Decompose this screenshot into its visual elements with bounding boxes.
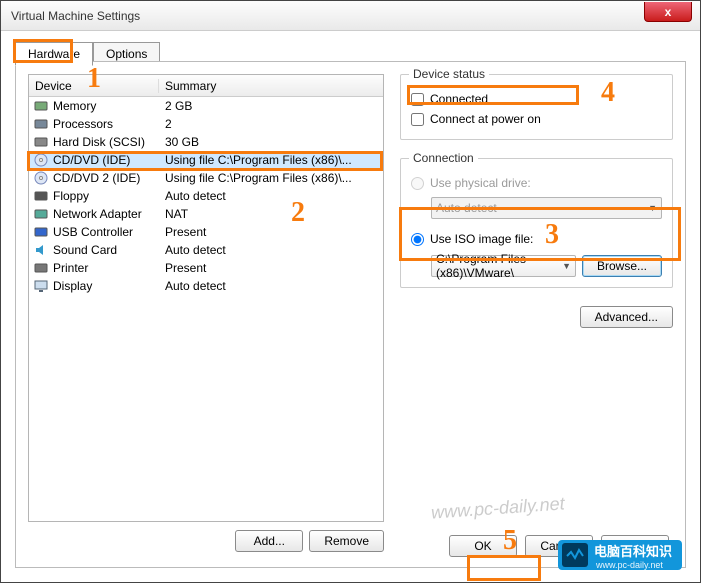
connect-power-checkbox[interactable] xyxy=(411,113,424,126)
device-row-sound[interactable]: Sound CardAuto detect xyxy=(29,241,383,259)
iso-row: C:\Program Files (x86)\VMware\ ▼ Browse.… xyxy=(431,255,662,277)
device-summary: Auto detect xyxy=(159,279,383,293)
device-name: USB Controller xyxy=(53,225,159,239)
floppy-icon xyxy=(33,188,49,204)
mem-icon xyxy=(33,98,49,114)
device-summary: Present xyxy=(159,261,383,275)
connect-power-row[interactable]: Connect at power on xyxy=(411,109,662,129)
connection-group: Connection Use physical drive: Auto dete… xyxy=(400,158,673,288)
monitor-icon xyxy=(562,543,588,567)
use-physical-label: Use physical drive: xyxy=(430,176,531,190)
chevron-down-icon[interactable]: ▼ xyxy=(562,261,571,271)
cd-icon xyxy=(33,152,49,168)
physical-drive-value: Auto detect xyxy=(436,201,497,215)
details-pane: Device status Connected Connect at power… xyxy=(400,74,673,328)
connected-label: Connected xyxy=(430,92,488,106)
connected-row[interactable]: Connected xyxy=(411,89,662,109)
device-summary: Using file C:\Program Files (x86)\... xyxy=(159,171,383,185)
device-name: Memory xyxy=(53,99,159,113)
iso-path-value: C:\Program Files (x86)\VMware\ xyxy=(436,252,562,280)
hdd-icon xyxy=(33,134,49,150)
col-device: Device xyxy=(29,79,159,93)
device-summary: NAT xyxy=(159,207,383,221)
device-name: Hard Disk (SCSI) xyxy=(53,135,159,149)
device-row-net[interactable]: Network AdapterNAT xyxy=(29,205,383,223)
device-summary: Auto detect xyxy=(159,189,383,203)
device-summary: 2 xyxy=(159,117,383,131)
device-status-group: Device status Connected Connect at power… xyxy=(400,74,673,140)
physical-drive-combo: Auto detect ▼ xyxy=(431,197,662,219)
device-summary: 30 GB xyxy=(159,135,383,149)
display-icon xyxy=(33,278,49,294)
browse-button[interactable]: Browse... xyxy=(582,255,662,277)
connected-checkbox[interactable] xyxy=(411,93,424,106)
cpu-icon xyxy=(33,116,49,132)
cd-icon xyxy=(33,170,49,186)
device-summary: Present xyxy=(159,225,383,239)
site-badge: 电脑百科知识 www.pc-daily.net xyxy=(558,540,682,570)
device-row-display[interactable]: DisplayAuto detect xyxy=(29,277,383,295)
close-button[interactable]: x xyxy=(644,2,692,22)
sound-icon xyxy=(33,242,49,258)
connect-power-label: Connect at power on xyxy=(430,112,541,126)
connection-legend: Connection xyxy=(409,151,478,165)
use-iso-radio[interactable] xyxy=(411,233,424,246)
watermark: www.pc-daily.net xyxy=(431,493,566,523)
device-row-mem[interactable]: Memory2 GB xyxy=(29,97,383,115)
body-frame: Device Summary Memory2 GBProcessors2Hard… xyxy=(15,61,686,568)
device-row-printer[interactable]: PrinterPresent xyxy=(29,259,383,277)
device-row-usb[interactable]: USB ControllerPresent xyxy=(29,223,383,241)
device-row-cd[interactable]: CD/DVD 2 (IDE)Using file C:\Program File… xyxy=(29,169,383,187)
net-icon xyxy=(33,206,49,222)
device-name: Display xyxy=(53,279,159,293)
device-row-floppy[interactable]: FloppyAuto detect xyxy=(29,187,383,205)
close-icon: x xyxy=(665,5,672,19)
printer-icon xyxy=(33,260,49,276)
device-summary: Auto detect xyxy=(159,243,383,257)
device-name: CD/DVD (IDE) xyxy=(53,153,159,167)
device-name: Printer xyxy=(53,261,159,275)
badge-main: 电脑百科知识 xyxy=(594,541,672,560)
use-physical-row[interactable]: Use physical drive: xyxy=(411,173,662,193)
device-list: Device Summary Memory2 GBProcessors2Hard… xyxy=(28,74,384,522)
device-name: Processors xyxy=(53,117,159,131)
use-iso-row[interactable]: Use ISO image file: xyxy=(411,229,662,249)
settings-window: Virtual Machine Settings x Hardware Opti… xyxy=(0,0,701,583)
device-list-header: Device Summary xyxy=(29,75,383,97)
window-title: Virtual Machine Settings xyxy=(11,9,140,23)
device-status-legend: Device status xyxy=(409,67,489,81)
use-physical-radio xyxy=(411,177,424,190)
device-row-hdd[interactable]: Hard Disk (SCSI)30 GB xyxy=(29,133,383,151)
device-name: CD/DVD 2 (IDE) xyxy=(53,171,159,185)
advanced-button[interactable]: Advanced... xyxy=(580,306,673,328)
advanced-row: Advanced... xyxy=(400,306,673,328)
device-name: Floppy xyxy=(53,189,159,203)
device-name: Sound Card xyxy=(53,243,159,257)
device-name: Network Adapter xyxy=(53,207,159,221)
use-iso-label: Use ISO image file: xyxy=(430,232,533,246)
col-summary: Summary xyxy=(159,79,383,93)
device-row-cpu[interactable]: Processors2 xyxy=(29,115,383,133)
badge-sub: www.pc-daily.net xyxy=(596,560,672,570)
titlebar: Virtual Machine Settings x xyxy=(1,1,700,31)
device-summary: 2 GB xyxy=(159,99,383,113)
usb-icon xyxy=(33,224,49,240)
ok-button[interactable]: OK xyxy=(449,535,517,557)
chevron-down-icon: ▼ xyxy=(648,203,657,213)
tab-hardware[interactable]: Hardware xyxy=(15,42,93,66)
iso-path-combo[interactable]: C:\Program Files (x86)\VMware\ ▼ xyxy=(431,255,576,277)
device-row-cd[interactable]: CD/DVD (IDE)Using file C:\Program Files … xyxy=(29,151,383,169)
device-summary: Using file C:\Program Files (x86)\... xyxy=(159,153,383,167)
